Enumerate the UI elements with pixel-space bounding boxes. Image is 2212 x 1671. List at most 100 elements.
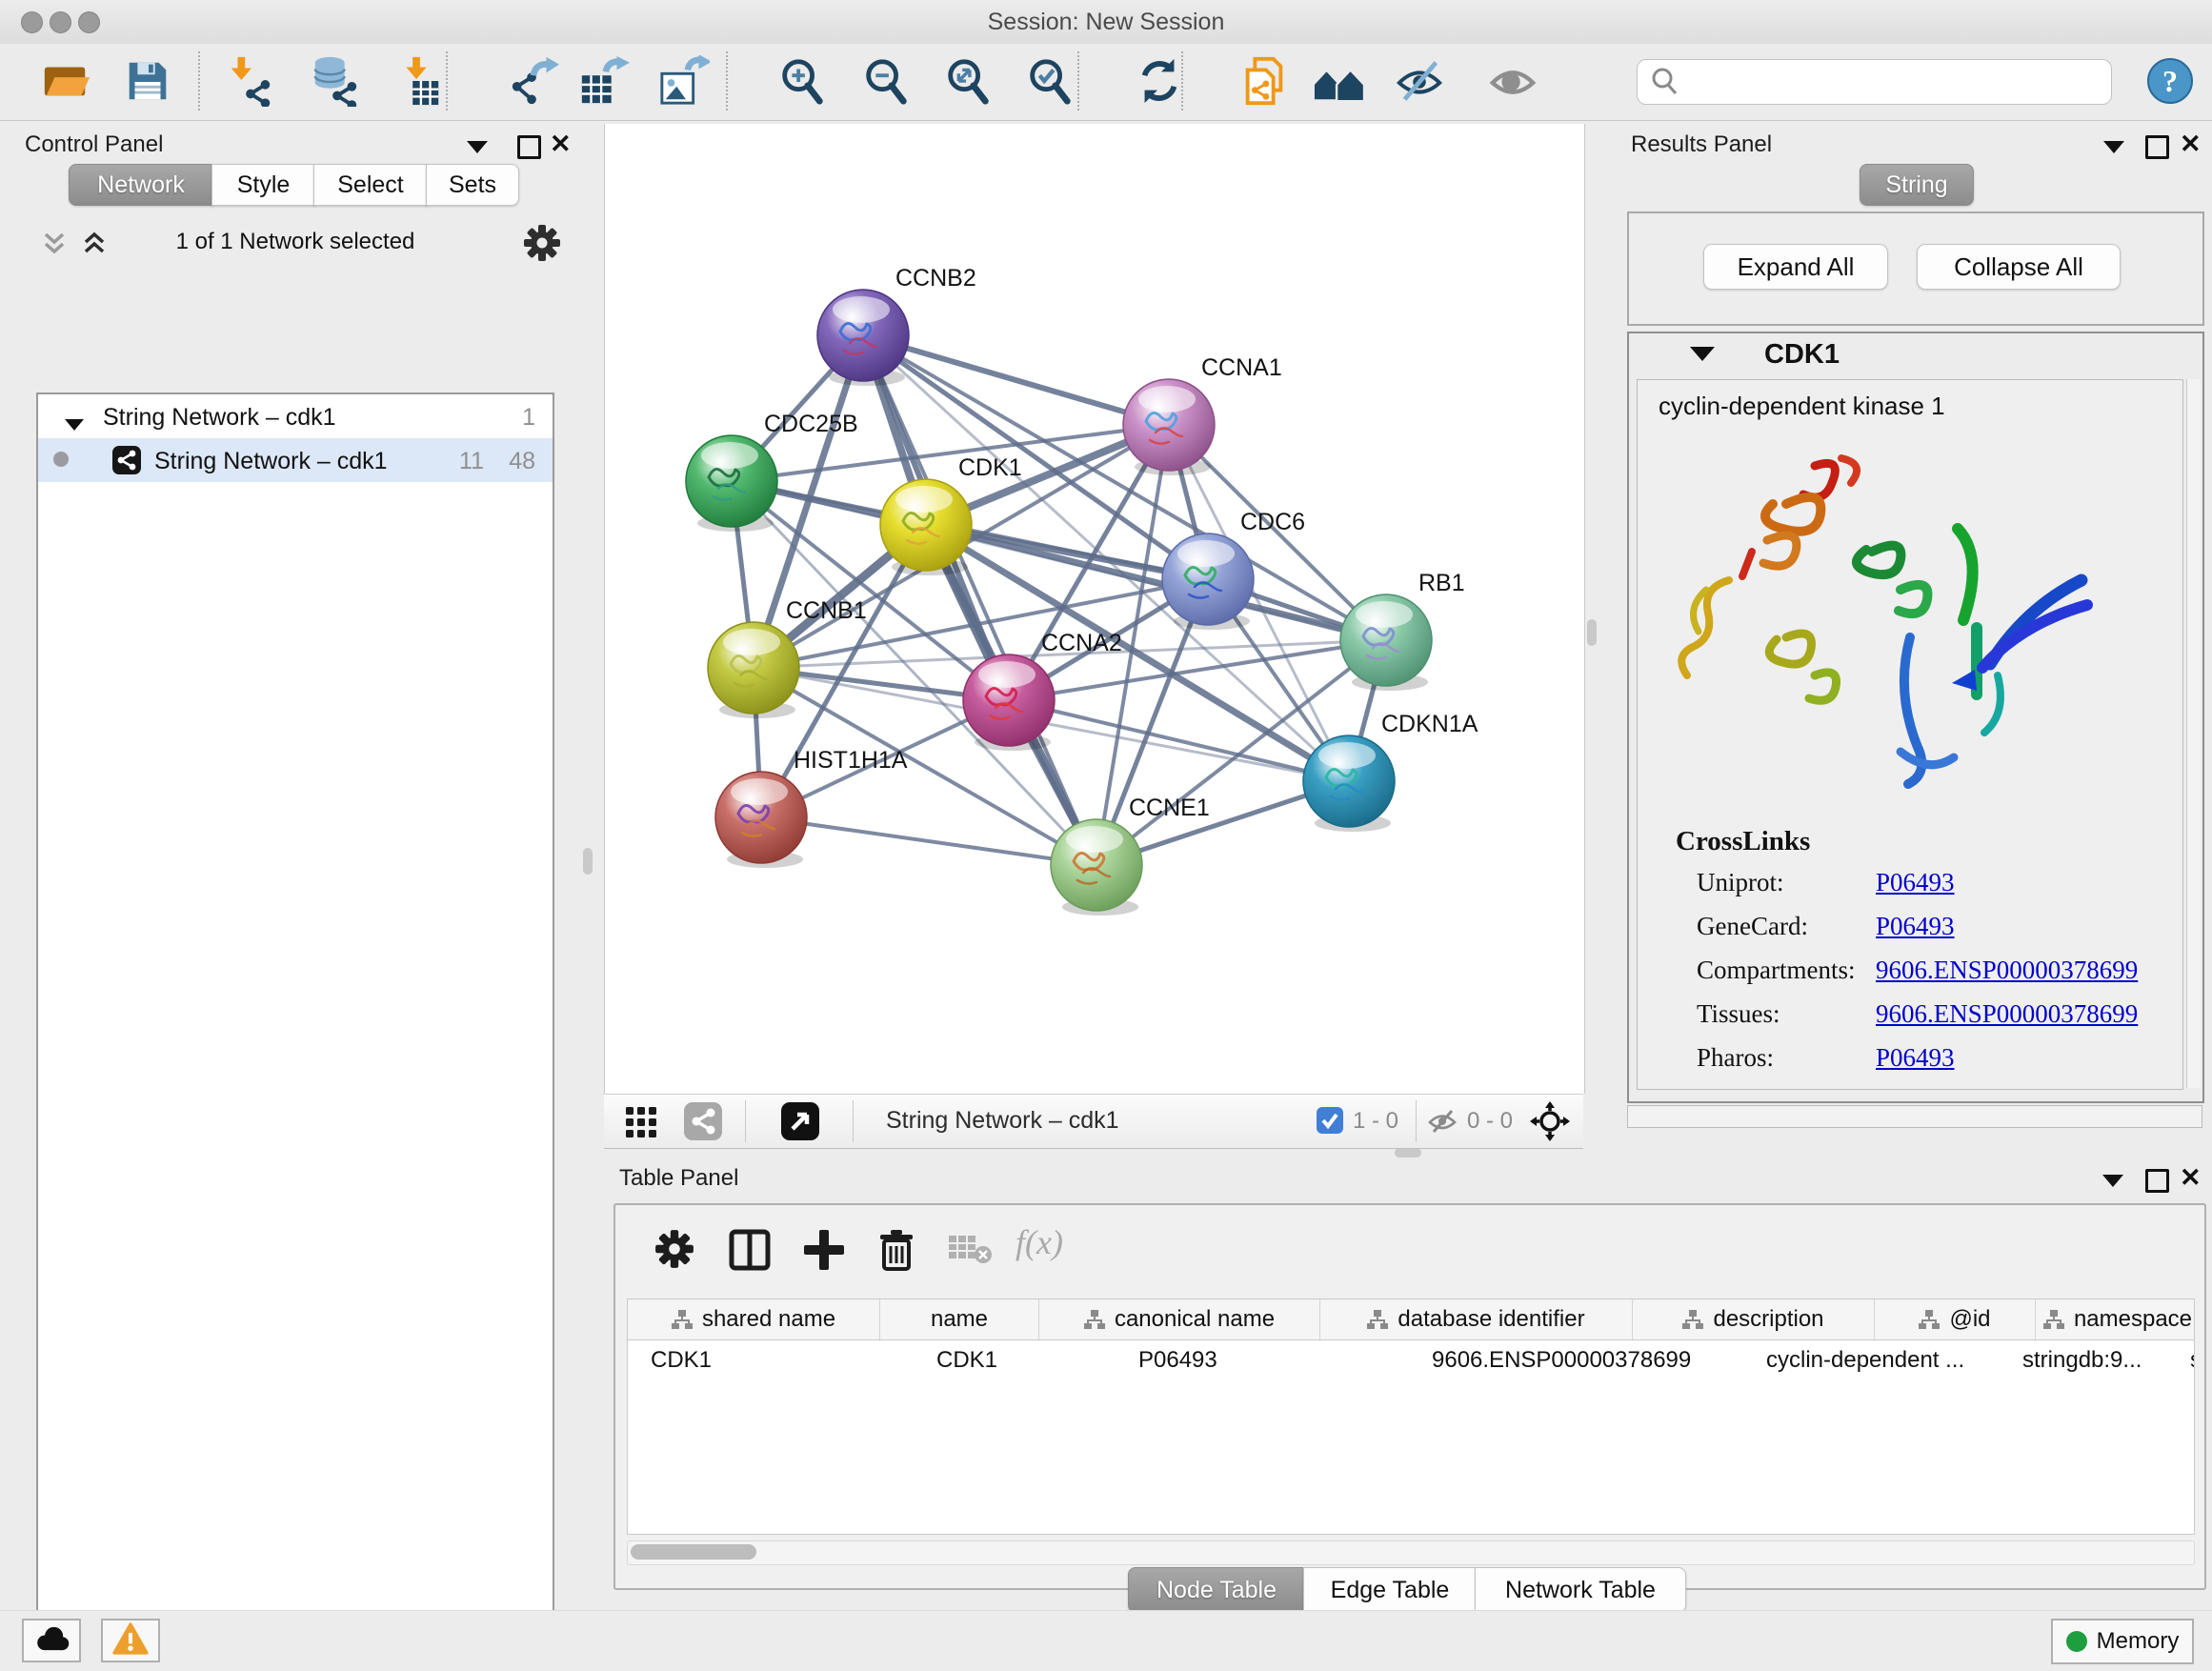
selected-checkbox-icon[interactable]	[1317, 1107, 1343, 1138]
delete-column-trash-icon[interactable]	[875, 1228, 918, 1277]
column-header[interactable]: canonical name	[1039, 1299, 1320, 1339]
network-edge[interactable]	[863, 335, 1096, 865]
column-header[interactable]: description	[1633, 1299, 1875, 1339]
bottom-splitter-handle[interactable]	[1395, 1148, 1421, 1158]
close-panel-icon[interactable]: ✕	[2180, 1169, 2202, 1187]
float-panel-icon[interactable]	[2102, 1175, 2123, 1192]
table-row[interactable]: CDK1 CDK1 P06493 9606.ENSP00000378699 cy…	[628, 1340, 2194, 1380]
zoom-in-button[interactable]	[774, 55, 830, 111]
warnings-button[interactable]	[101, 1619, 160, 1662]
toolbar-separator	[726, 51, 728, 111]
import-table-button[interactable]	[391, 55, 446, 111]
tab-network-table[interactable]: Network Table	[1475, 1567, 1686, 1613]
crosslink-pharos-link[interactable]: P06493	[1876, 1043, 1955, 1073]
apply-layout-button[interactable]	[1132, 55, 1187, 111]
export-table-button[interactable]	[576, 55, 632, 111]
help-button[interactable]: ?	[2142, 55, 2198, 111]
show-columns-icon[interactable]	[728, 1228, 772, 1277]
float-panel-icon[interactable]	[467, 141, 488, 158]
hide-selected-button[interactable]	[1392, 55, 1447, 111]
import-network-file-button[interactable]	[223, 55, 278, 111]
crosslink-uniprot-link[interactable]: P06493	[1876, 868, 1955, 897]
gene-section: CDK1 cyclin-dependent kinase 1	[1627, 332, 2204, 1103]
export-image-button[interactable]	[656, 55, 712, 111]
node-label: CCNA1	[1201, 354, 1282, 381]
table-options-gear-icon[interactable]	[654, 1228, 695, 1275]
zoom-out-button[interactable]	[858, 55, 914, 111]
network-canvas[interactable]: CCNB2CCNA1CDC25BCDK1CDC6RB1CCNB1CCNA2CDK…	[604, 124, 1585, 1094]
function-builder-fx[interactable]: f(x)	[1016, 1222, 1063, 1262]
collapse-all-button[interactable]: Collapse All	[1917, 244, 2121, 290]
collapse-all-networks-icon[interactable]	[38, 227, 70, 264]
show-hidden-button[interactable]	[1485, 55, 1540, 111]
close-panel-icon[interactable]: ✕	[550, 135, 572, 153]
tab-style[interactable]: Style	[211, 164, 315, 206]
import-network-database-button[interactable]	[308, 55, 363, 111]
zoom-fit-button[interactable]	[940, 55, 995, 111]
network-options-gear-icon[interactable]	[522, 223, 562, 268]
open-in-window-icon[interactable]	[781, 1102, 819, 1145]
results-horizontal-scrollbar[interactable]	[1627, 1105, 2202, 1128]
show-all-networks-button[interactable]	[1312, 55, 1367, 111]
results-vertical-scrollbar[interactable]	[2186, 379, 2201, 1088]
left-splitter-handle[interactable]	[583, 848, 593, 875]
undock-panel-icon[interactable]	[2145, 135, 2169, 164]
column-header[interactable]: namespace	[2036, 1299, 2195, 1339]
cloud-button[interactable]	[22, 1619, 81, 1662]
birds-eye-view-icon[interactable]	[1530, 1101, 1570, 1146]
create-column-plus-icon[interactable]	[802, 1228, 846, 1277]
network-badge-gray-icon[interactable]	[684, 1102, 722, 1145]
float-panel-icon[interactable]	[2103, 141, 2124, 158]
zoom-selected-button[interactable]	[1022, 55, 1077, 111]
column-header[interactable]: database identifier	[1320, 1299, 1633, 1339]
title-bar: Session: New Session	[0, 0, 2212, 45]
hidden-eye-slash-icon[interactable]	[1427, 1106, 1458, 1141]
scrollbar-thumb[interactable]	[631, 1544, 756, 1560]
tab-edge-table[interactable]: Edge Table	[1303, 1567, 1477, 1613]
network-node-cdk1[interactable]: CDK1	[880, 454, 1022, 575]
network-node-rb1[interactable]: RB1	[1340, 570, 1465, 691]
crosslink-genecard-link[interactable]: P06493	[1876, 912, 1955, 941]
tab-node-table[interactable]: Node Table	[1128, 1567, 1305, 1613]
search-field-container	[1637, 59, 2112, 105]
column-header[interactable]: shared name	[628, 1299, 880, 1339]
network-node-hist1h1a[interactable]: HIST1H1A	[715, 747, 908, 868]
eye-icon	[1486, 55, 1539, 111]
network-collection-row[interactable]: String Network – cdk1 1	[38, 394, 553, 438]
collection-expand-icon[interactable]	[65, 410, 84, 437]
export-network-button[interactable]	[506, 55, 561, 111]
zoom-out-icon	[860, 55, 912, 111]
network-edge[interactable]	[863, 335, 1169, 425]
open-session-button[interactable]	[38, 55, 93, 111]
results-panel: Results Panel ✕ String Expand All Collap…	[1619, 124, 2212, 1158]
save-session-button[interactable]	[120, 55, 175, 111]
expand-all-networks-icon[interactable]	[78, 227, 111, 264]
close-panel-icon[interactable]: ✕	[2180, 135, 2202, 153]
crosslink-tissues-link[interactable]: 9606.ENSP00000378699	[1876, 999, 2138, 1029]
tab-network[interactable]: Network	[69, 164, 213, 206]
network-row-selected[interactable]: String Network – cdk1 11 48	[38, 438, 553, 482]
tab-string-results[interactable]: String	[1860, 164, 1974, 206]
memory-button[interactable]: Memory	[2051, 1619, 2194, 1664]
tab-sets[interactable]: Sets	[426, 164, 519, 206]
column-header[interactable]: @id	[1875, 1299, 2036, 1339]
undock-panel-icon[interactable]	[2145, 1169, 2169, 1198]
column-header[interactable]: name	[880, 1299, 1039, 1339]
clone-network-button[interactable]	[1237, 55, 1292, 111]
table-horizontal-scrollbar[interactable]	[627, 1540, 2195, 1565]
undock-panel-icon[interactable]	[517, 135, 541, 164]
toolbar-separator	[198, 51, 200, 111]
protein-structure-image	[1672, 437, 2120, 823]
network-edge[interactable]	[1009, 700, 1349, 781]
search-input[interactable]	[1683, 64, 2097, 98]
network-node-ccnb1[interactable]: CCNB1	[708, 597, 867, 718]
expand-all-button[interactable]: Expand All	[1703, 244, 1888, 290]
grid-view-icon[interactable]	[625, 1106, 657, 1143]
right-splitter-handle[interactable]	[1587, 619, 1597, 646]
network-edge[interactable]	[761, 817, 1096, 865]
crosslink-compartments-link[interactable]: 9606.ENSP00000378699	[1876, 956, 2138, 985]
section-collapse-icon[interactable]	[1690, 347, 1715, 366]
delete-table-icon[interactable]	[947, 1228, 993, 1273]
network-node-cdkn1a[interactable]: CDKN1A	[1303, 711, 1478, 832]
tab-select[interactable]: Select	[313, 164, 428, 206]
